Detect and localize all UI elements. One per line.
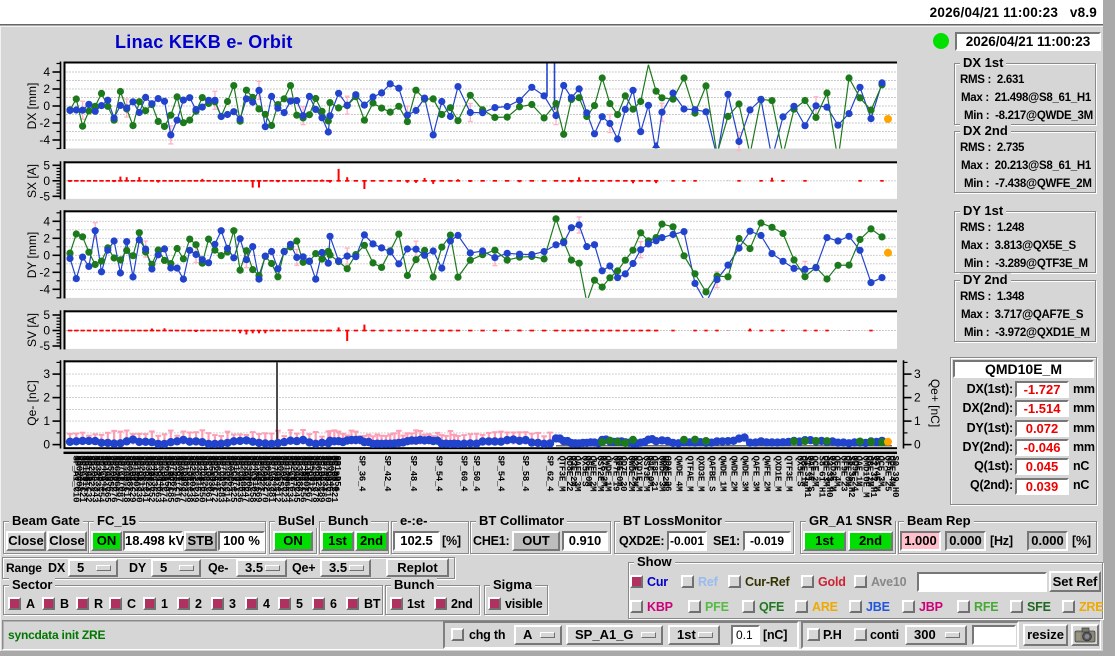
svg-text:SP_50_4: SP_50_4: [471, 456, 481, 493]
svg-text:QWDE_2M: QWDE_2M: [729, 456, 739, 492]
svg-text:QDAE_26: QDAE_26: [663, 456, 673, 492]
svg-text:SP_30_4: SP_30_4: [331, 456, 341, 493]
svg-text:-5: -5: [39, 339, 50, 353]
svg-text:QXD1E_M: QXD1E_M: [773, 456, 783, 492]
svg-text:1: 1: [914, 414, 921, 428]
svg-text:2: 2: [43, 391, 50, 405]
svg-text:0: 0: [43, 438, 50, 452]
svg-text:SP_36_4: SP_36_4: [356, 456, 366, 493]
svg-text:QTF3E_M: QTF3E_M: [784, 456, 794, 492]
svg-text:QWDE_4M: QWDE_4M: [674, 456, 684, 492]
svg-text:4: 4: [43, 65, 50, 79]
svg-text:3: 3: [914, 367, 921, 381]
svg-text:-2: -2: [39, 116, 50, 130]
svg-text:0: 0: [43, 174, 50, 188]
svg-text:-5: -5: [39, 189, 50, 203]
svg-text:SP_54_4: SP_54_4: [434, 456, 444, 493]
svg-text:QWDE_3M: QWDE_3M: [740, 456, 750, 492]
svg-text:Qe+ [nC]: Qe+ [nC]: [928, 379, 942, 427]
svg-text:SP_58_4: SP_58_4: [520, 456, 530, 493]
svg-text:0: 0: [43, 324, 50, 338]
svg-text:-4: -4: [39, 133, 50, 147]
svg-text:QTFAE_M: QTFAE_M: [685, 456, 695, 492]
svg-text:Qe- [nC]: Qe- [nC]: [25, 380, 39, 425]
svg-text:S0_39_H0: S0_39_H0: [890, 456, 900, 498]
svg-text:QAFE_3M: QAFE_3M: [751, 456, 761, 492]
svg-text:-4: -4: [39, 282, 50, 296]
svg-text:2: 2: [914, 391, 921, 405]
svg-text:0: 0: [43, 248, 50, 262]
svg-text:SP_62_4: SP_62_4: [545, 456, 555, 493]
svg-text:0: 0: [43, 99, 50, 113]
svg-text:2: 2: [43, 231, 50, 245]
svg-text:SP_54_4: SP_54_4: [495, 456, 505, 493]
svg-text:-2: -2: [39, 265, 50, 279]
svg-text:DX [mm]: DX [mm]: [25, 83, 39, 130]
svg-text:SP_48_4: SP_48_4: [408, 456, 418, 493]
svg-text:QWFE_2M: QWFE_2M: [762, 456, 772, 492]
svg-text:SV [A]: SV [A]: [25, 313, 39, 347]
svg-text:DY [mm]: DY [mm]: [25, 232, 39, 278]
svg-text:SX [A]: SX [A]: [25, 164, 39, 198]
svg-text:1: 1: [43, 414, 50, 428]
svg-text:QXD3E_M: QXD3E_M: [696, 456, 706, 492]
svg-text:0: 0: [914, 438, 921, 452]
svg-text:QAFBE_S: QAFBE_S: [707, 456, 717, 493]
svg-text:4: 4: [43, 214, 50, 228]
svg-text:SP_42_4: SP_42_4: [382, 456, 392, 493]
svg-text:3: 3: [43, 367, 50, 381]
svg-text:2: 2: [43, 82, 50, 96]
svg-text:QWDE_1M: QWDE_1M: [718, 456, 728, 492]
svg-text:5: 5: [43, 158, 50, 172]
svg-text:SP_60_4: SP_60_4: [459, 456, 469, 493]
svg-text:5: 5: [43, 308, 50, 322]
